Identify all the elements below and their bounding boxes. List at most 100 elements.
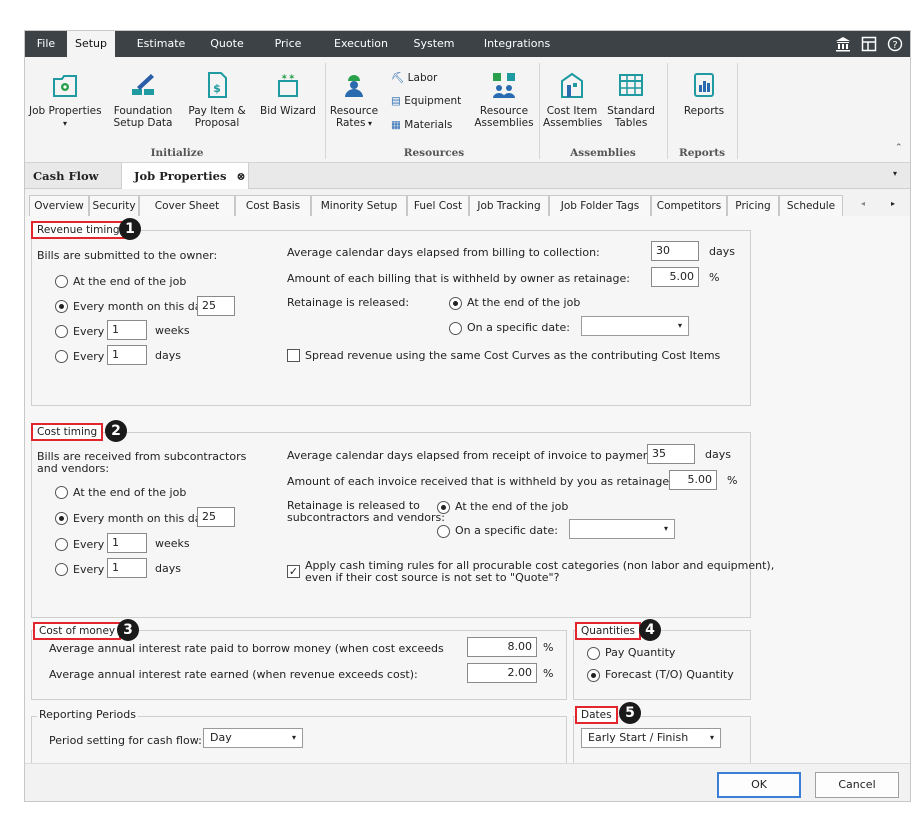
materials-icon: ▦: [391, 119, 405, 131]
menu-estimate[interactable]: Estimate: [133, 31, 189, 57]
cost-days-input[interactable]: 1: [107, 558, 147, 578]
subtab-cover-sheet[interactable]: Cover Sheet: [139, 195, 235, 217]
cost-month-day-input[interactable]: 25: [197, 507, 235, 527]
cost-release-date-dropdown[interactable]: ▾: [569, 519, 675, 539]
callout-badge-5: 5: [619, 702, 641, 724]
standard-tables-button[interactable]: Standard Tables: [605, 71, 657, 129]
bid-wizard-button[interactable]: ✶✶ Bid Wizard: [257, 71, 319, 117]
labor-icon: ⛏: [391, 72, 408, 84]
materials-button[interactable]: ▦ Materials: [391, 119, 452, 131]
resource-assemblies-button[interactable]: Resource Assemblies: [473, 71, 535, 129]
labor-button[interactable]: ⛏ Labor: [391, 71, 437, 84]
foundation-setup-button[interactable]: Foundation Setup Data: [107, 71, 179, 129]
job-properties-button[interactable]: Job Properties ▾: [29, 71, 102, 130]
revenue-weeks-radio[interactable]: [55, 325, 68, 338]
collapse-ribbon-icon[interactable]: ⌃: [895, 143, 903, 153]
cost-avg-days-label: Average calendar days elapsed from recei…: [287, 449, 658, 462]
revenue-end-radio[interactable]: [55, 275, 68, 288]
revenue-release-end-radio[interactable]: [449, 297, 462, 310]
cost-month-radio[interactable]: [55, 512, 68, 525]
cost-avg-days-input[interactable]: 35: [647, 444, 695, 464]
quantities-panel: [573, 630, 751, 700]
cost-withheld-input[interactable]: 5.00: [669, 470, 717, 490]
close-tab-icon[interactable]: ⊗: [236, 170, 245, 183]
cost-weeks-radio[interactable]: [55, 538, 68, 551]
ok-button[interactable]: OK: [717, 772, 801, 798]
pay-quantity-label: Pay Quantity: [605, 646, 676, 659]
scroll-left-icon[interactable]: ◂: [861, 199, 865, 208]
callout-badge-4: 4: [639, 619, 661, 641]
chevron-down-icon: ▾: [709, 733, 714, 742]
spread-revenue-checkbox[interactable]: [287, 349, 300, 362]
reports-button[interactable]: Reports: [673, 71, 735, 117]
table-icon: [619, 74, 643, 96]
worker-icon: [345, 75, 363, 97]
group-reports: Reports: [678, 147, 726, 159]
subtab-pricing[interactable]: Pricing: [727, 195, 779, 217]
bank-icon[interactable]: [835, 36, 851, 52]
menu-price[interactable]: Price: [269, 31, 307, 57]
tab-job-properties[interactable]: Job Properties ⊗: [121, 163, 249, 189]
menu-setup[interactable]: Setup: [67, 31, 115, 57]
cost-end-radio[interactable]: [55, 486, 68, 499]
revenue-avg-days-label: Average calendar days elapsed from billi…: [287, 246, 600, 259]
subtab-job-folder-tags[interactable]: Job Folder Tags: [549, 195, 651, 217]
period-setting-dropdown[interactable]: Day ▾: [203, 728, 303, 748]
tab-cash-flow[interactable]: Cash Flow: [33, 163, 113, 189]
revenue-weeks-input[interactable]: 1: [107, 320, 147, 340]
subtab-schedule[interactable]: Schedule: [779, 195, 843, 217]
cost-days-radio[interactable]: [55, 563, 68, 576]
revenue-release-date-label: On a specific date:: [467, 321, 570, 334]
menu-integrations[interactable]: Integrations: [481, 31, 553, 57]
group-assemblies: Assemblies: [570, 147, 636, 159]
dates-dropdown[interactable]: Early Start / Finish ▾: [581, 728, 721, 748]
revenue-days-input[interactable]: 1: [107, 345, 147, 365]
cost-release-end-radio[interactable]: [437, 501, 450, 514]
revenue-release-date-dropdown[interactable]: ▾: [581, 316, 689, 336]
pay-item-proposal-button[interactable]: $ Pay Item & Proposal: [185, 71, 249, 129]
revenue-withheld-input[interactable]: 5.00: [651, 267, 699, 287]
resource-rates-button[interactable]: Resource Rates ▾: [329, 71, 379, 130]
property-subtabs: Overview Security Cover Sheet Cost Basis…: [25, 195, 910, 217]
revenue-month-label: Every month on this day: [73, 300, 208, 313]
tabs-dropdown-icon[interactable]: ▾: [893, 169, 897, 178]
pay-quantity-radio[interactable]: [587, 647, 600, 660]
cost-end-label: At the end of the job: [73, 486, 187, 499]
resource-assemblies-icon: [493, 73, 515, 98]
subtab-competitors[interactable]: Competitors: [651, 195, 727, 217]
revenue-month-radio[interactable]: [55, 300, 68, 313]
revenue-avg-days-input[interactable]: 30: [651, 241, 699, 261]
cost-withheld-unit: %: [727, 474, 738, 487]
apply-cash-timing-checkbox[interactable]: ✓: [287, 565, 300, 578]
cost-release-date-label: On a specific date:: [455, 524, 558, 537]
menu-file[interactable]: File: [29, 31, 63, 57]
cost-weeks-input[interactable]: 1: [107, 533, 147, 553]
cost-release-date-radio[interactable]: [437, 525, 450, 538]
revenue-bills-label: Bills are submitted to the owner:: [37, 249, 218, 262]
callout-badge-2: 2: [105, 420, 127, 442]
revenue-release-date-radio[interactable]: [449, 322, 462, 335]
subtab-minority-setup[interactable]: Minority Setup: [311, 195, 407, 217]
revenue-days-radio[interactable]: [55, 350, 68, 363]
subtab-cost-basis[interactable]: Cost Basis: [235, 195, 311, 217]
scroll-right-icon[interactable]: ▸: [891, 199, 895, 208]
cancel-button[interactable]: Cancel: [815, 772, 899, 798]
forecast-quantity-radio[interactable]: [587, 669, 600, 682]
menu-quote[interactable]: Quote: [205, 31, 249, 57]
subtab-job-tracking[interactable]: Job Tracking: [469, 195, 549, 217]
bid-wizard-icon: ✶✶: [278, 73, 298, 97]
borrow-rate-input[interactable]: 8.00: [467, 637, 537, 657]
help-icon[interactable]: ?: [887, 36, 903, 52]
svg-text:?: ?: [892, 40, 897, 51]
cost-item-assemblies-button[interactable]: Cost Item Assemblies: [543, 71, 602, 129]
menu-execution[interactable]: Execution: [331, 31, 391, 57]
earn-rate-input[interactable]: 2.00: [467, 663, 537, 683]
grid-layout-icon[interactable]: [861, 36, 877, 52]
subtab-fuel-cost[interactable]: Fuel Cost: [407, 195, 469, 217]
subtab-security[interactable]: Security: [89, 195, 139, 217]
menu-system[interactable]: System: [409, 31, 459, 57]
revenue-end-label: At the end of the job: [73, 275, 187, 288]
revenue-month-day-input[interactable]: 25: [197, 296, 235, 316]
equipment-button[interactable]: ▤ Equipment: [391, 95, 461, 107]
subtab-overview[interactable]: Overview: [29, 195, 89, 217]
